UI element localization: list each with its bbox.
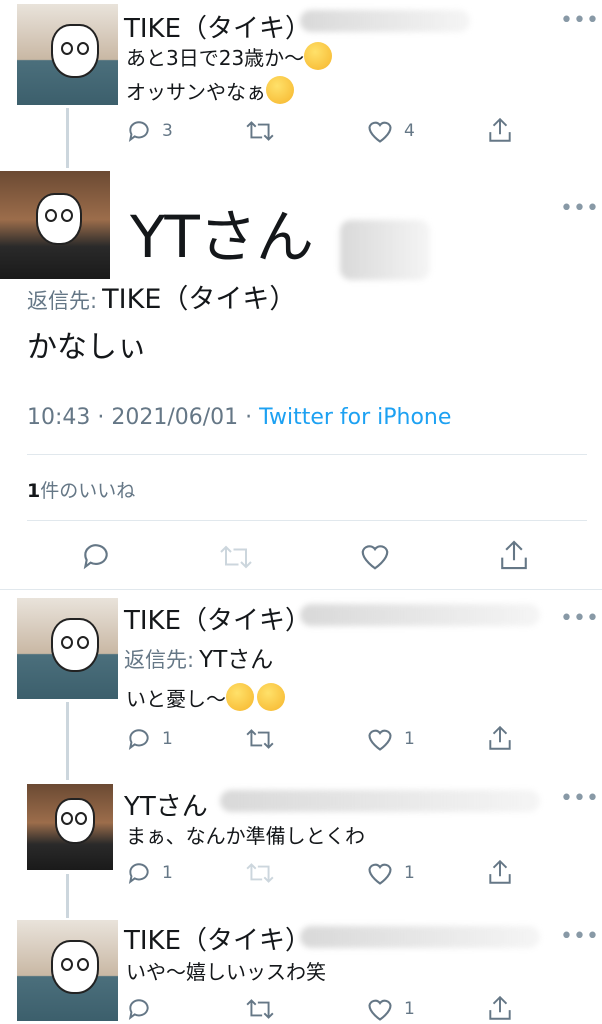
tweet-text-2: オッサンやなぁ bbox=[126, 76, 294, 105]
client-link[interactable]: Twitter for iPhone bbox=[259, 405, 451, 430]
display-name[interactable]: TIKE（タイキ） bbox=[124, 600, 311, 637]
tweet-text: いや〜嬉しいッスわ笑 bbox=[126, 960, 326, 984]
timestamp-line: 10:43 · 2021/06/01 · Twitter for iPhone bbox=[27, 405, 451, 430]
retweet-button[interactable] bbox=[218, 542, 254, 572]
timestamp: 10:43 · 2021/06/01 · bbox=[27, 405, 260, 430]
reply-count: 3 bbox=[162, 121, 173, 141]
reply-button[interactable] bbox=[126, 996, 152, 1022]
share-button[interactable] bbox=[498, 538, 530, 572]
like-button[interactable]: 4 bbox=[366, 118, 415, 144]
share-icon bbox=[501, 540, 527, 570]
tweet-text: いと憂し〜 bbox=[126, 683, 285, 712]
heart-icon bbox=[368, 121, 392, 143]
reply-to-line: 返信先: TIKE（タイキ） bbox=[27, 277, 296, 316]
display-name[interactable]: TIKE（タイキ） bbox=[124, 8, 311, 45]
divider bbox=[27, 454, 587, 455]
share-icon bbox=[489, 995, 511, 1020]
avatar[interactable] bbox=[17, 598, 118, 699]
reply-button[interactable]: 1 bbox=[126, 860, 173, 886]
heart-icon bbox=[368, 999, 392, 1021]
reply-button[interactable] bbox=[80, 540, 112, 572]
tweet-text: かなしぃ bbox=[27, 330, 147, 365]
handle-redacted bbox=[300, 926, 540, 948]
retweet-icon bbox=[246, 121, 274, 141]
halo-smile-emoji-icon bbox=[257, 683, 285, 711]
reply-button[interactable]: 3 bbox=[126, 118, 173, 144]
retweet-button[interactable] bbox=[245, 996, 275, 1022]
like-button[interactable]: 1 bbox=[366, 726, 415, 752]
like-count: 1 bbox=[404, 729, 415, 749]
like-button[interactable] bbox=[358, 541, 392, 571]
divider bbox=[27, 520, 587, 521]
reply-count: 1 bbox=[162, 729, 173, 749]
share-button[interactable] bbox=[487, 994, 513, 1022]
share-icon bbox=[489, 859, 511, 884]
handle-redacted bbox=[340, 220, 430, 280]
retweet-icon bbox=[246, 729, 274, 749]
reply-to-line: 返信先: YTさん bbox=[124, 640, 273, 674]
like-count: 4 bbox=[404, 121, 415, 141]
halo-smile-emoji-icon bbox=[266, 76, 294, 104]
divider bbox=[0, 589, 602, 590]
avatar[interactable] bbox=[0, 171, 110, 279]
share-button[interactable] bbox=[487, 116, 513, 144]
display-name[interactable]: YTさん bbox=[130, 190, 314, 274]
display-name[interactable]: TIKE（タイキ） bbox=[124, 920, 311, 957]
reply-button[interactable]: 1 bbox=[126, 726, 173, 752]
heart-icon bbox=[368, 729, 392, 751]
retweet-button[interactable] bbox=[245, 726, 275, 752]
more-icon[interactable]: ••• bbox=[560, 8, 599, 33]
share-icon bbox=[489, 117, 511, 142]
reply-icon bbox=[128, 121, 149, 142]
more-icon[interactable]: ••• bbox=[560, 606, 599, 631]
handle-redacted bbox=[220, 790, 540, 812]
heart-icon bbox=[368, 863, 392, 885]
crying-emoji-icon bbox=[226, 683, 254, 711]
retweet-button[interactable] bbox=[245, 860, 275, 886]
retweet-icon bbox=[220, 545, 252, 569]
reply-to-user[interactable]: YTさん bbox=[199, 647, 273, 673]
thread-line bbox=[66, 874, 69, 918]
tweet-text: あと3日で23歳か〜 bbox=[126, 42, 333, 71]
reply-to-user[interactable]: TIKE（タイキ） bbox=[102, 284, 296, 315]
share-button[interactable] bbox=[487, 858, 513, 886]
heart-icon bbox=[361, 545, 389, 570]
avatar[interactable] bbox=[17, 920, 118, 1021]
tweet-text: まぁ、なんか準備しとくわ bbox=[126, 824, 365, 848]
more-icon[interactable]: ••• bbox=[560, 786, 599, 811]
reply-label: 返信先: bbox=[27, 289, 98, 313]
thread-line bbox=[66, 108, 69, 168]
like-count: 1 bbox=[404, 999, 415, 1019]
handle-redacted bbox=[300, 604, 540, 626]
reply-count: 1 bbox=[162, 863, 173, 883]
handle-redacted bbox=[300, 10, 470, 32]
retweet-icon bbox=[246, 863, 274, 883]
share-button[interactable] bbox=[487, 724, 513, 752]
reply-label: 返信先: bbox=[124, 648, 195, 672]
share-icon bbox=[489, 725, 511, 750]
more-icon[interactable]: ••• bbox=[560, 196, 599, 221]
likes-label: 件のいいね bbox=[40, 480, 136, 502]
reply-icon bbox=[128, 729, 149, 750]
likes-summary[interactable]: 1件のいいね bbox=[27, 476, 135, 503]
likes-number: 1 bbox=[27, 480, 41, 502]
display-name[interactable]: YTさん bbox=[124, 786, 208, 823]
like-button[interactable]: 1 bbox=[366, 860, 415, 886]
retweet-icon bbox=[246, 999, 274, 1019]
like-button[interactable]: 1 bbox=[366, 996, 415, 1022]
reply-icon bbox=[83, 544, 108, 570]
thinking-emoji-icon bbox=[304, 42, 333, 70]
like-count: 1 bbox=[404, 863, 415, 883]
thread-line bbox=[66, 702, 69, 780]
more-icon[interactable]: ••• bbox=[560, 924, 599, 949]
avatar[interactable] bbox=[17, 4, 118, 105]
avatar[interactable] bbox=[27, 784, 113, 870]
retweet-button[interactable] bbox=[245, 118, 275, 144]
reply-icon bbox=[128, 999, 149, 1020]
reply-icon bbox=[128, 863, 149, 884]
